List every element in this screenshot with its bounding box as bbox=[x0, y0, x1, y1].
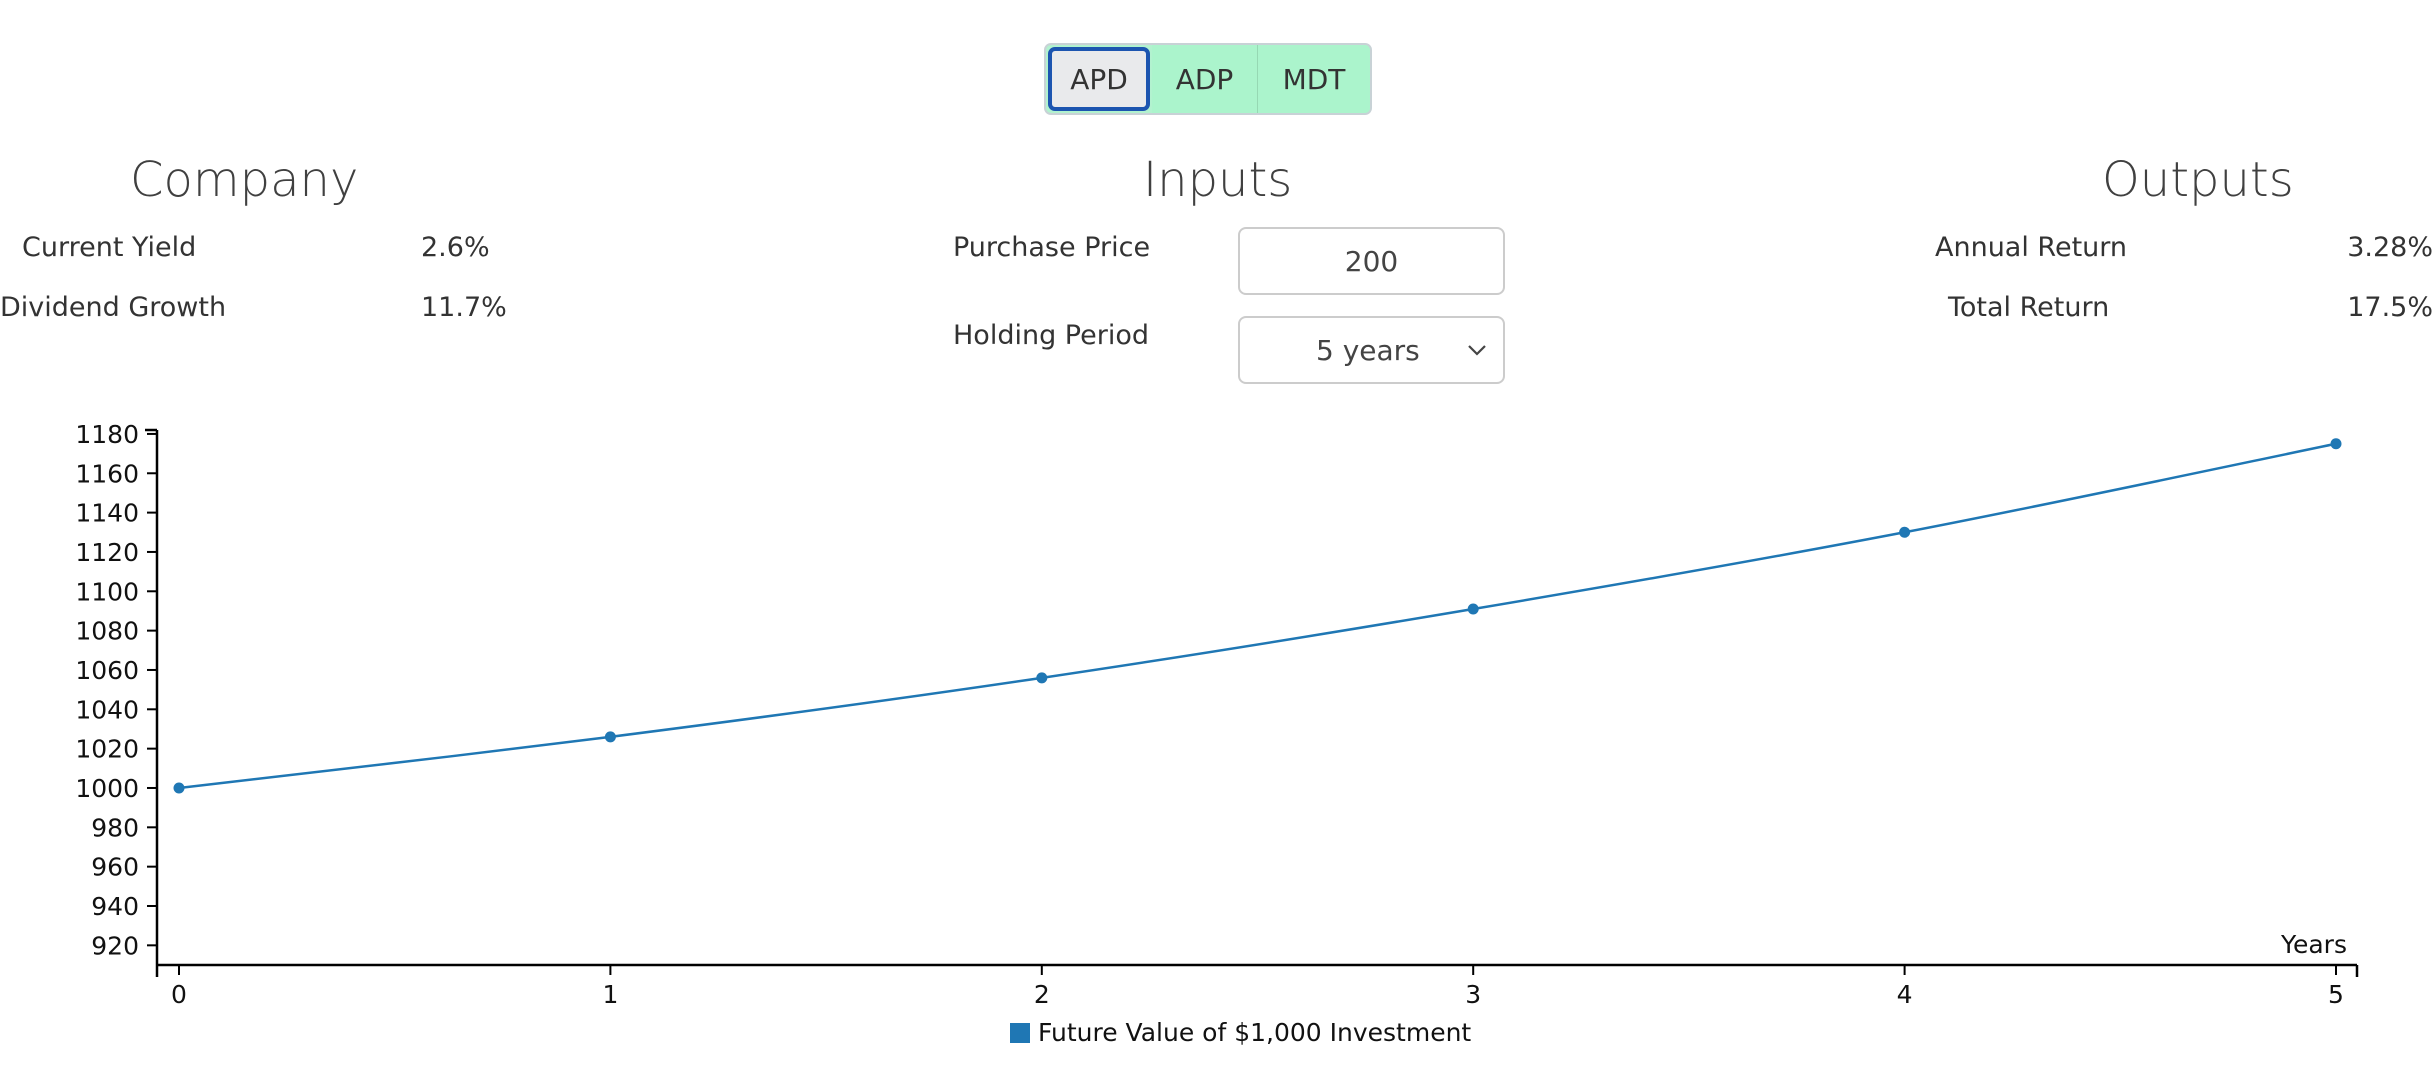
x-tick-label: 2 bbox=[1034, 980, 1050, 1009]
total-return-value: 17.5% bbox=[2347, 292, 2433, 323]
x-tick-label: 4 bbox=[1897, 980, 1913, 1009]
chart-legend: Future Value of $1,000 Investment bbox=[1010, 1018, 1471, 1047]
x-tick-label: 3 bbox=[1465, 980, 1481, 1009]
x-tick-label: 0 bbox=[171, 980, 187, 1009]
y-tick-label: 920 bbox=[91, 931, 139, 960]
annual-return-label: Annual Return bbox=[1935, 232, 2128, 263]
future-value-chart: 920 940 960 980 1000 1020 1040 1060 1080 1100 1120… bbox=[75, 420, 2359, 1009]
ticker-button-mdt[interactable]: MDT bbox=[1258, 45, 1370, 113]
y-tick-label: 1120 bbox=[75, 538, 139, 567]
legend-label: Future Value of $1,000 Investment bbox=[1038, 1018, 1472, 1047]
ticker-button-apd[interactable]: APD bbox=[1048, 47, 1150, 111]
x-axis-label: Years bbox=[2280, 930, 2347, 959]
current-yield-label: Current Yield bbox=[22, 232, 197, 263]
ticker-toggle-group: APD ADP MDT bbox=[1044, 43, 1372, 115]
data-point bbox=[1036, 672, 1048, 684]
y-tick-label: 1080 bbox=[75, 617, 139, 646]
y-tick-label: 1020 bbox=[75, 735, 139, 764]
x-tick-label: 1 bbox=[602, 980, 618, 1009]
y-tick-label: 1140 bbox=[75, 499, 139, 528]
y-tick-label: 1180 bbox=[75, 420, 139, 449]
purchase-price-input[interactable]: 200 bbox=[1238, 227, 1505, 295]
company-title: Company bbox=[130, 152, 359, 208]
total-return-label: Total Return bbox=[1948, 292, 2110, 323]
series-line bbox=[178, 442, 2337, 790]
y-tick-label: 1100 bbox=[75, 577, 139, 606]
inputs-title: Inputs bbox=[1143, 152, 1293, 208]
holding-period-value: 5 years bbox=[1316, 333, 1420, 367]
holding-period-select[interactable]: 5 years bbox=[1238, 316, 1505, 384]
dividend-growth-label: Dividend Growth bbox=[0, 292, 227, 323]
chevron-down-icon bbox=[1468, 345, 1486, 356]
data-point bbox=[604, 731, 616, 743]
y-tick-label: 940 bbox=[91, 892, 139, 921]
y-tick-label: 1060 bbox=[75, 656, 139, 685]
y-tick-label: 960 bbox=[91, 853, 139, 882]
purchase-price-label: Purchase Price bbox=[953, 232, 1151, 263]
y-tick-label: 1000 bbox=[75, 774, 139, 803]
data-point bbox=[2330, 438, 2342, 450]
x-tick-label: 5 bbox=[2328, 980, 2344, 1009]
current-yield-value: 2.6% bbox=[421, 232, 490, 263]
legend-swatch bbox=[1010, 1022, 1030, 1043]
data-point bbox=[1899, 526, 1911, 538]
ticker-button-adp[interactable]: ADP bbox=[1152, 45, 1258, 113]
y-tick-label: 980 bbox=[91, 813, 139, 842]
y-tick-label: 1040 bbox=[75, 695, 139, 724]
data-point bbox=[173, 782, 185, 794]
dividend-growth-value: 11.7% bbox=[421, 292, 507, 323]
holding-period-label: Holding Period bbox=[953, 320, 1149, 351]
y-tick-label: 1160 bbox=[75, 459, 139, 488]
annual-return-value: 3.28% bbox=[2347, 232, 2433, 263]
outputs-title: Outputs bbox=[2102, 152, 2294, 208]
data-point bbox=[1467, 603, 1479, 615]
